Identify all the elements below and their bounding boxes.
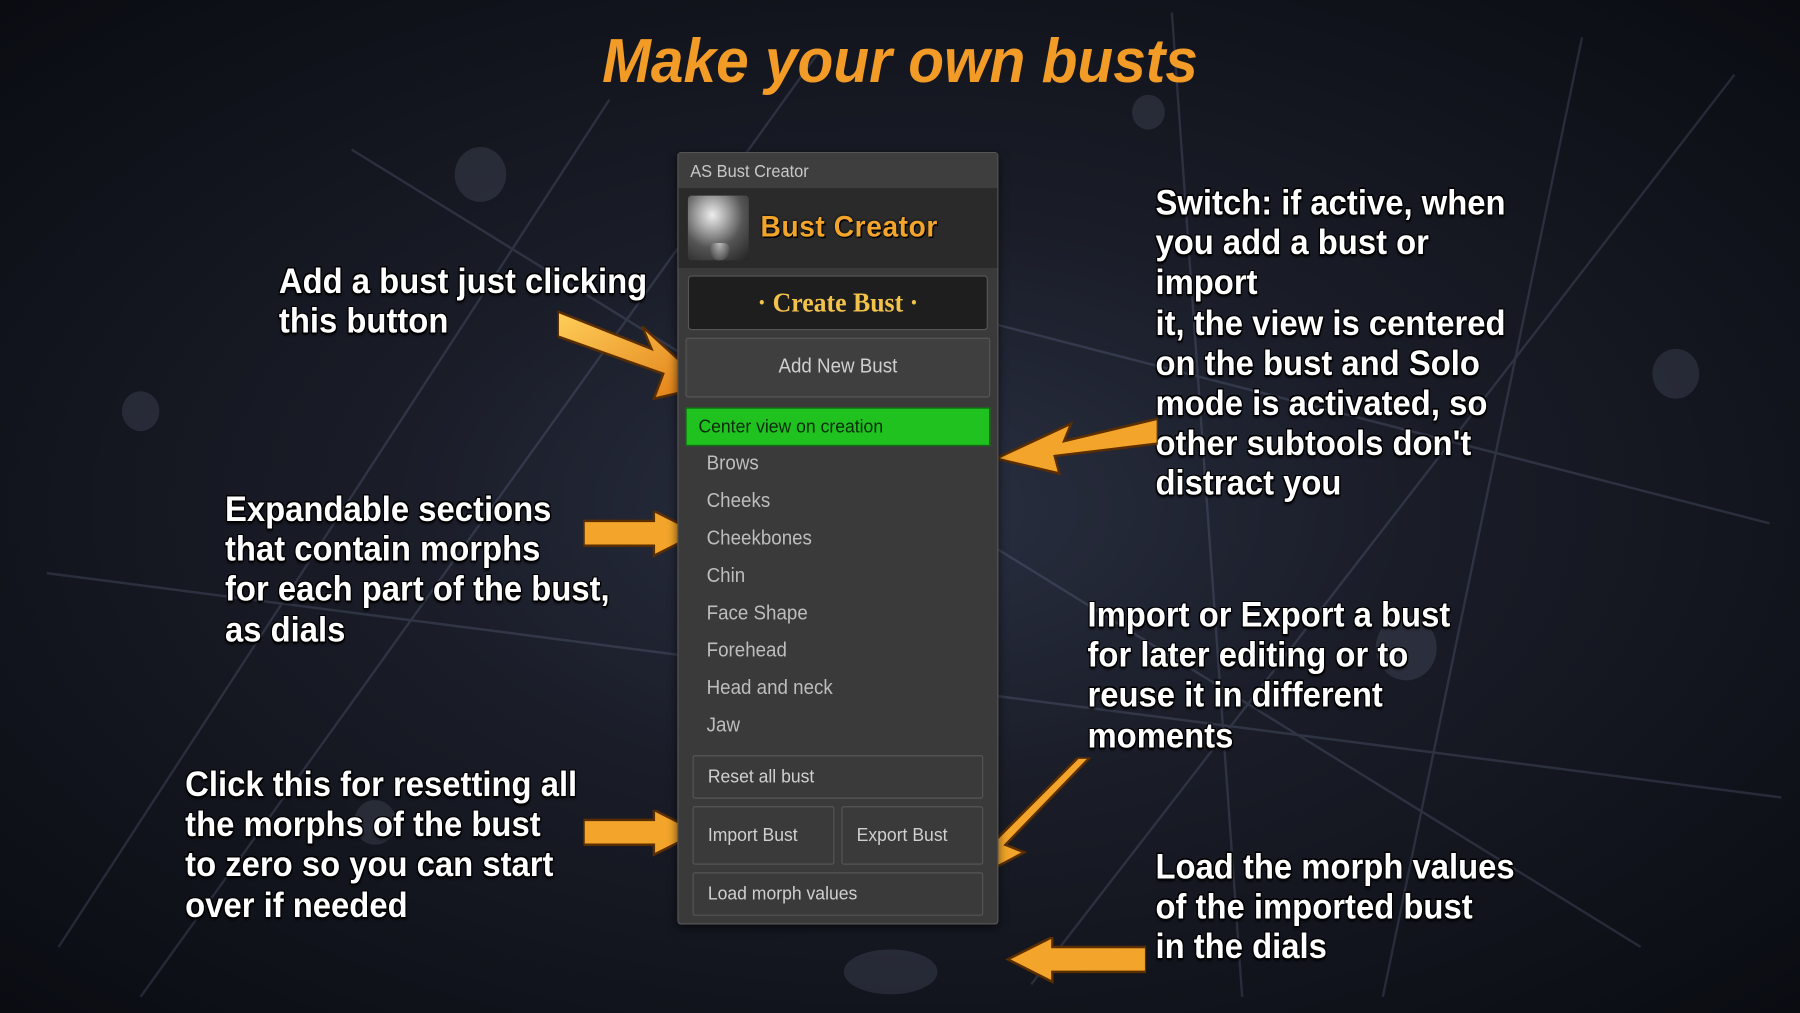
import-bust-button[interactable]: Import Bust [693, 806, 835, 865]
arrow-to-load [1005, 937, 1146, 987]
annotation-add: Add a bust just clicking this button [279, 262, 677, 342]
page-title: Make your own busts [0, 25, 1800, 97]
section-head-neck[interactable]: Head and neck [686, 670, 991, 707]
section-brows[interactable]: Brows [686, 446, 991, 483]
section-jaw[interactable]: Jaw [686, 708, 991, 745]
center-view-toggle[interactable]: Center view on creation [686, 407, 991, 446]
create-bust-header[interactable]: · Create Bust · [688, 275, 988, 330]
export-bust-button[interactable]: Export Bust [841, 806, 983, 865]
section-face-shape[interactable]: Face Shape [686, 596, 991, 633]
section-cheekbones[interactable]: Cheekbones [686, 521, 991, 558]
bust-creator-panel: AS Bust Creator Bust Creator · Create Bu… [677, 152, 998, 925]
section-cheeks[interactable]: Cheeks [686, 483, 991, 520]
annotation-sections: Expandable sections that contain morphs … [225, 490, 670, 650]
reset-all-button[interactable]: Reset all bust [693, 755, 984, 799]
add-new-bust-button[interactable]: Add New Bust [686, 338, 991, 398]
annotation-import-export: Import or Export a bust for later editin… [1088, 596, 1463, 756]
load-morph-values-button[interactable]: Load morph values [693, 872, 984, 916]
panel-window-title: AS Bust Creator [679, 153, 998, 188]
panel-logo-row: Bust Creator [679, 188, 998, 268]
annotation-load: Load the morph values of the imported bu… [1155, 847, 1530, 967]
panel-logo-text: Bust Creator [761, 211, 938, 246]
arrow-to-switch [994, 411, 1158, 486]
bust-head-icon [688, 196, 749, 261]
annotation-reset: Click this for resetting all the morphs … [185, 765, 677, 925]
section-chin[interactable]: Chin [686, 558, 991, 595]
section-forehead[interactable]: Forehead [686, 633, 991, 670]
annotation-switch: Switch: if active, when you add a bust o… [1155, 183, 1530, 504]
